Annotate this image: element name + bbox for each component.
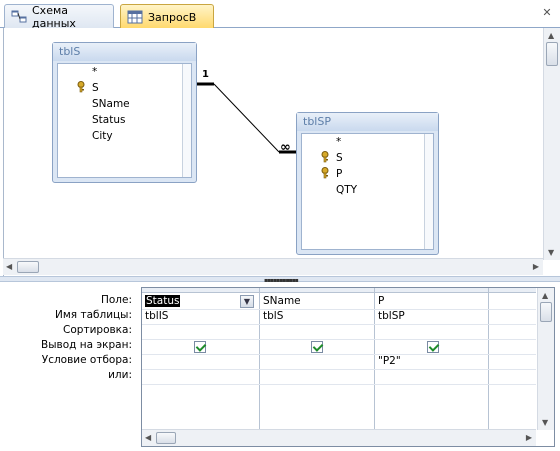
field-item[interactable]: Status [92,112,125,128]
tab-query[interactable]: ЗапросВ [120,4,214,29]
field-list[interactable]: * S P QTY [301,133,434,250]
key-icon [320,167,330,179]
field-list-scrollbar[interactable] [424,134,433,249]
scroll-down-icon[interactable]: ▼ [542,418,548,427]
row-label-or: или: [108,369,132,381]
grid-cell-table[interactable]: tblS [260,309,374,324]
field-item[interactable]: S [92,80,99,96]
query-design-grid[interactable]: Status ▼ tblIS SName tblS P tblSP "P2" ▲… [141,287,555,447]
grid-cell-field[interactable]: P [375,294,488,309]
field-item[interactable]: QTY [336,182,357,198]
grid-vertical-scrollbar[interactable]: ▲ ▼ [537,288,554,430]
field-item[interactable]: SName [92,96,130,112]
grid-cell-table[interactable]: tblIS [142,309,259,324]
diagram-horizontal-scrollbar[interactable]: ◀ ▶ [3,258,543,275]
table-title[interactable]: tblS [53,43,196,61]
scroll-thumb[interactable] [156,432,176,444]
show-checkbox[interactable] [311,341,323,353]
field-item[interactable]: P [336,166,342,182]
relationship-one-label: 1 [202,69,209,80]
scroll-thumb[interactable] [540,302,552,322]
table-diagram-pane[interactable]: 1 ∞ tblS * S SName Status City tblSP * S [3,28,560,276]
grid-cell-criteria[interactable]: "P2" [375,354,488,369]
grid-cell-table[interactable]: tblSP [375,309,488,324]
field-item[interactable]: S [336,150,343,166]
relationships-icon [11,10,27,24]
scroll-thumb[interactable] [546,42,558,66]
field-list-scrollbar[interactable] [182,64,191,177]
show-checkbox[interactable] [194,341,206,353]
key-icon [76,81,86,93]
show-checkbox[interactable] [427,341,439,353]
document-tab-bar: Схема данных ЗапросВ ✕ [0,0,560,30]
query-icon [127,10,143,24]
scroll-left-icon[interactable]: ◀ [6,262,12,271]
tab-label: Схема данных [32,3,76,30]
scroll-down-icon[interactable]: ▼ [548,248,554,257]
row-divider [142,324,536,325]
row-label-field: Поле: [100,294,132,306]
row-divider [142,384,536,385]
table-title[interactable]: tblSP [297,113,438,131]
field-item[interactable]: * [92,64,97,80]
row-label-show: Вывод на экран: [41,339,132,351]
table-tblSP[interactable]: tblSP * S P QTY [296,112,439,255]
row-label-criteria: Условие отбора: [41,354,132,366]
diagram-vertical-scrollbar[interactable]: ▲ ▼ [543,28,560,260]
field-item[interactable]: * [336,134,341,150]
row-divider [142,369,536,370]
scroll-up-icon[interactable]: ▲ [542,291,548,300]
scroll-right-icon[interactable]: ▶ [526,433,532,442]
scroll-thumb[interactable] [17,261,39,273]
field-item[interactable]: City [92,128,113,144]
tab-relationships[interactable]: Схема данных [4,3,114,30]
relationship-many-label: ∞ [280,140,291,155]
grid-horizontal-scrollbar[interactable]: ◀ ▶ [142,429,536,446]
field-value-selected[interactable]: Status [145,295,181,307]
grid-cell-field[interactable]: SName [260,294,374,309]
column-selector-strip[interactable] [142,288,536,293]
field-list[interactable]: * S SName Status City [57,63,192,178]
key-icon [320,151,330,163]
tab-label: ЗапросВ [148,10,197,24]
row-label-sort: Сортировка: [63,324,132,336]
scroll-left-icon[interactable]: ◀ [145,433,151,442]
close-icon[interactable]: ✕ [540,6,554,20]
row-divider [142,339,536,340]
row-label-table: Имя таблицы: [55,309,132,321]
scroll-up-icon[interactable]: ▲ [548,31,554,40]
scroll-right-icon[interactable]: ▶ [533,262,539,271]
table-tblS[interactable]: tblS * S SName Status City [52,42,197,183]
chevron-down-icon[interactable]: ▼ [240,295,254,308]
